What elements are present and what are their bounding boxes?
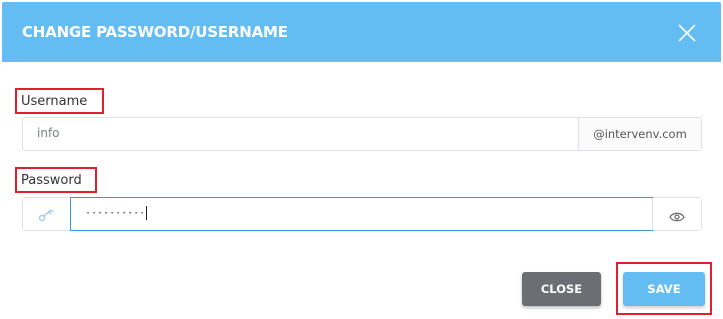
text-cursor	[146, 206, 148, 220]
close-x-icon[interactable]	[677, 23, 697, 43]
eye-icon	[669, 208, 685, 227]
key-icon	[38, 207, 54, 226]
close-button[interactable]: CLOSE	[522, 272, 601, 306]
save-button[interactable]: SAVE	[623, 272, 705, 306]
password-masked-value: ··········	[85, 208, 146, 219]
password-left-addon	[23, 198, 71, 230]
username-input-group: info @intervenv.com	[22, 117, 702, 151]
show-password-toggle[interactable]	[652, 198, 701, 230]
username-label: Username	[21, 94, 88, 109]
username-field[interactable]: info	[37, 126, 60, 140]
change-credentials-dialog: CHANGE PASSWORD/USERNAME Username info @…	[0, 0, 723, 319]
password-field[interactable]: ··········	[70, 197, 653, 231]
password-input-group: ··········	[22, 197, 702, 231]
dialog-title: CHANGE PASSWORD/USERNAME	[22, 23, 288, 41]
username-domain-addon: @intervenv.com	[578, 118, 701, 150]
dialog-header: CHANGE PASSWORD/USERNAME	[2, 2, 721, 62]
password-label: Password	[21, 173, 82, 188]
